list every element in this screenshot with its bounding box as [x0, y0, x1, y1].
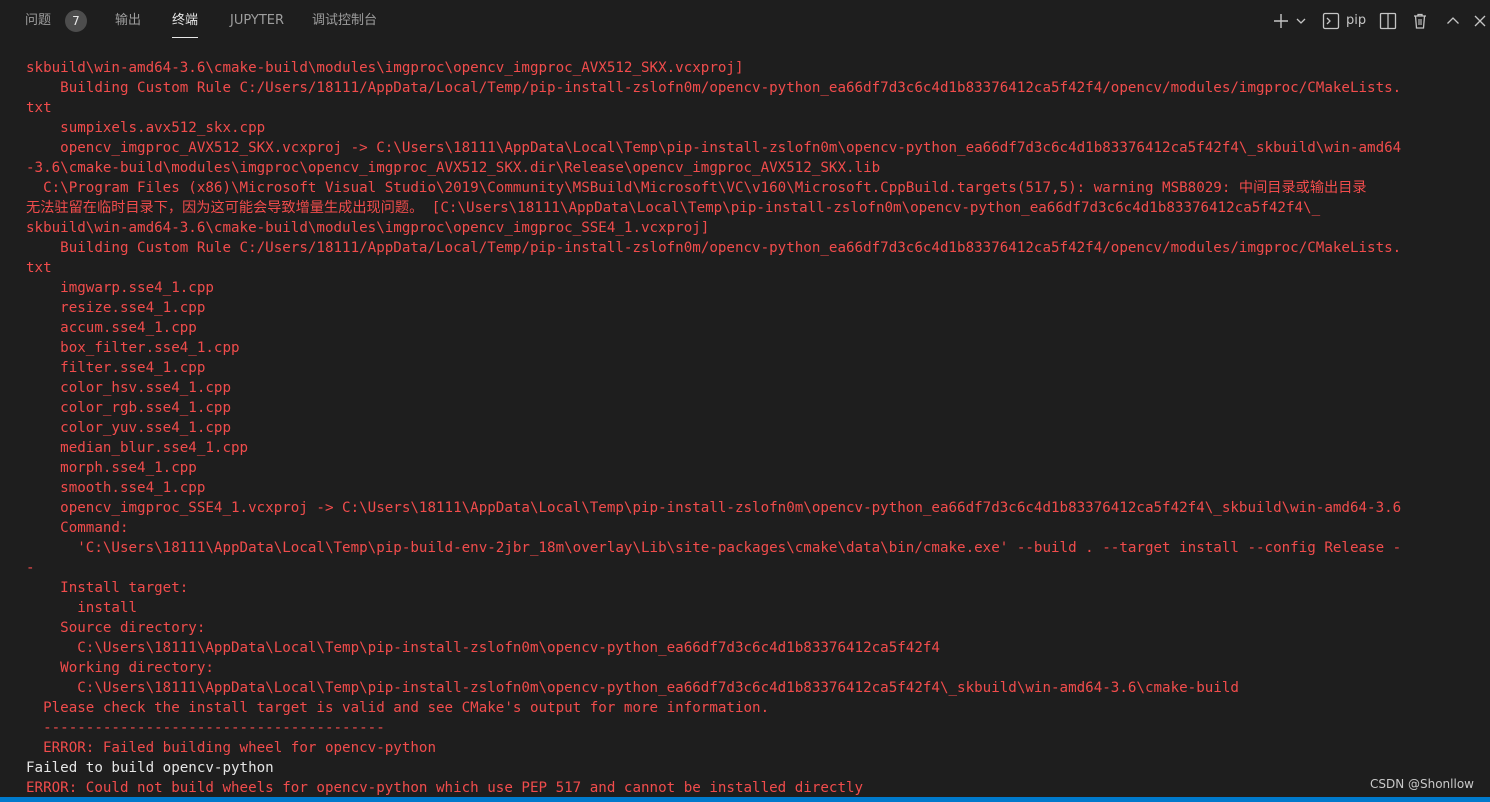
problems-count-badge: 7 [65, 10, 87, 32]
terminal-line: Source directory: [26, 620, 206, 636]
terminal-line: Building Custom Rule C:/Users/18111/AppD… [26, 80, 1402, 96]
terminal-line: skbuild\win-amd64-3.6\cmake-build\module… [26, 220, 710, 236]
terminal-line: smooth.sse4_1.cpp [26, 480, 206, 496]
close-icon[interactable] [1470, 10, 1490, 32]
terminal-line: install [26, 600, 138, 616]
terminal-line: accum.sse4_1.cpp [26, 320, 197, 336]
terminal-line: skbuild\win-amd64-3.6\cmake-build\module… [26, 60, 744, 76]
terminal-line: Failed to build opencv-python [26, 760, 274, 776]
terminal-name-label[interactable]: pip [1346, 11, 1366, 31]
terminal-line: opencv_imgproc_SSE4_1.vcxproj -> C:\User… [26, 500, 1402, 516]
tab-debug-console[interactable]: 调试控制台 [312, 0, 377, 42]
panel-tab-bar: 问题 7 输出 终端 JUPYTER 调试控制台 pip [0, 0, 1490, 42]
terminal-line: C:\Users\18111\AppData\Local\Temp\pip-in… [26, 680, 1239, 696]
terminal-line: morph.sse4_1.cpp [26, 460, 197, 476]
status-bar [0, 797, 1490, 802]
terminal-line: color_hsv.sse4_1.cpp [26, 380, 231, 396]
terminal-line: Working directory: [26, 660, 214, 676]
terminal-line: C:\Program Files (x86)\Microsoft Visual … [26, 180, 1367, 196]
terminal-line: median_blur.sse4_1.cpp [26, 440, 249, 456]
terminal-line: C:\Users\18111\AppData\Local\Temp\pip-in… [26, 640, 940, 656]
terminal-line: sumpixels.avx512_skx.cpp [26, 120, 266, 136]
tab-problems[interactable]: 问题 [25, 0, 51, 42]
terminal-line: Building Custom Rule C:/Users/18111/AppD… [26, 240, 1402, 256]
terminal-line: 无法驻留在临时目录下，因为这可能会导致增量生成出现问题。 [C:\Users\1… [26, 200, 1321, 216]
terminal-line: ERROR: Failed building wheel for opencv-… [26, 740, 436, 756]
terminal-line: Please check the install target is valid… [26, 700, 770, 716]
terminal-line: txt [26, 100, 52, 116]
terminal-line: txt [26, 260, 52, 276]
terminal-output[interactable]: skbuild\win-amd64-3.6\cmake-build\module… [26, 58, 1476, 798]
terminal-line: color_rgb.sse4_1.cpp [26, 400, 231, 416]
tab-terminal[interactable]: 终端 [172, 0, 199, 42]
terminal-line: resize.sse4_1.cpp [26, 300, 206, 316]
terminal-line: imgwarp.sse4_1.cpp [26, 280, 214, 296]
terminal-icon[interactable] [1321, 10, 1341, 32]
tab-jupyter[interactable]: JUPYTER [230, 0, 284, 42]
watermark: CSDN @Shonllow [1369, 777, 1474, 791]
tab-output[interactable]: 输出 [115, 0, 141, 42]
terminal-line: ---------------------------------------- [26, 720, 385, 736]
chevron-up-icon[interactable] [1443, 10, 1463, 32]
chevron-down-icon[interactable] [1294, 10, 1308, 32]
terminal-line: Install target: [26, 580, 189, 596]
terminal-line: box_filter.sse4_1.cpp [26, 340, 240, 356]
terminal-line: ERROR: Could not build wheels for opencv… [26, 780, 864, 796]
terminal-line: Command: [26, 520, 129, 536]
trash-icon[interactable] [1410, 10, 1430, 32]
split-icon[interactable] [1378, 10, 1398, 32]
terminal-line: - [26, 560, 35, 576]
terminal-line: -3.6\cmake-build\modules\imgproc\opencv_… [26, 160, 881, 176]
plus-icon[interactable] [1270, 10, 1292, 32]
terminal-line: opencv_imgproc_AVX512_SKX.vcxproj -> C:\… [26, 140, 1402, 156]
terminal-line: color_yuv.sse4_1.cpp [26, 420, 231, 436]
terminal-line: filter.sse4_1.cpp [26, 360, 206, 376]
terminal-line: 'C:\Users\18111\AppData\Local\Temp\pip-b… [26, 540, 1402, 556]
